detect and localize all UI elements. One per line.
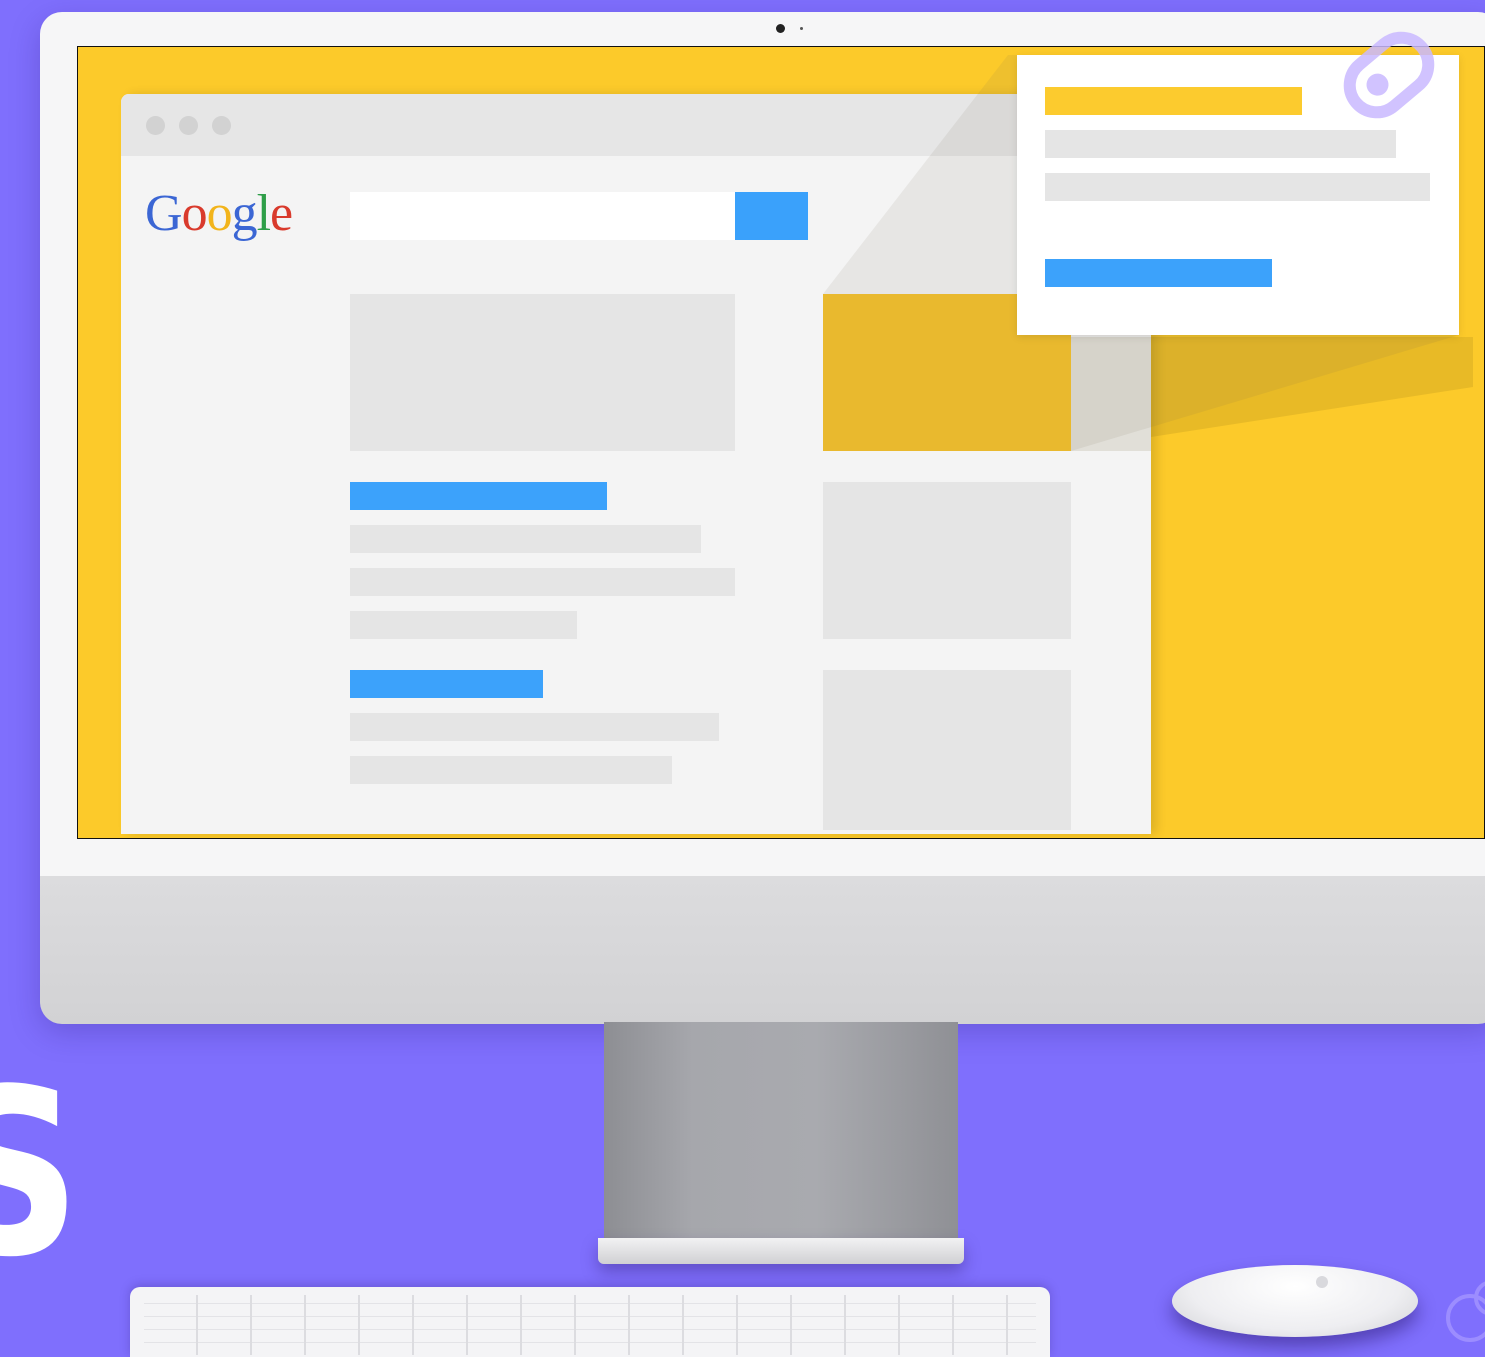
- sidebar-placeholder: [823, 482, 1071, 639]
- imac-chin: [40, 876, 1485, 1024]
- result-text-placeholder: [350, 756, 672, 784]
- search-input[interactable]: [350, 192, 735, 240]
- camera-sensor-icon: [800, 27, 803, 30]
- ad-text-placeholder: [1045, 130, 1396, 158]
- logo-letter: o: [181, 185, 208, 242]
- result-link-placeholder[interactable]: [350, 670, 543, 698]
- apple-logo-icon: [1316, 1276, 1328, 1288]
- search-button[interactable]: [735, 192, 808, 240]
- window-dot-icon[interactable]: [179, 116, 198, 135]
- logo-letter: e: [270, 185, 293, 242]
- ad-text-placeholder: [1045, 173, 1430, 201]
- camera-icon: [776, 24, 785, 33]
- window-dot-icon[interactable]: [146, 116, 165, 135]
- cloud-decor-icon: [1446, 1281, 1485, 1342]
- logo-letter: g: [231, 185, 258, 242]
- result-text-placeholder: [350, 525, 701, 553]
- result-image-placeholder: [350, 294, 735, 451]
- logo-letter: o: [206, 185, 233, 242]
- result-text-placeholder: [350, 713, 719, 741]
- imac-stand: [604, 1022, 958, 1244]
- sidebar-placeholder: [823, 670, 1071, 830]
- keyboard[interactable]: [130, 1287, 1050, 1357]
- result-text-placeholder: [350, 568, 735, 596]
- logo-letter: l: [256, 185, 271, 242]
- imac-screen: Google: [77, 46, 1485, 839]
- keyboard-keys[interactable]: [144, 1295, 1036, 1355]
- logo-letter: G: [145, 185, 183, 242]
- google-logo[interactable]: Google: [145, 184, 293, 244]
- window-dot-icon[interactable]: [212, 116, 231, 135]
- result-link-placeholder[interactable]: [350, 482, 607, 510]
- result-text-placeholder: [350, 611, 577, 639]
- ad-headline-placeholder: [1045, 87, 1302, 115]
- browser-window: Google: [121, 94, 1151, 834]
- imac-stand-foot: [598, 1238, 964, 1264]
- mouse[interactable]: [1172, 1265, 1418, 1337]
- decorative-letter: S: [0, 1060, 81, 1290]
- browser-titlebar: [121, 94, 1151, 156]
- watermark-badge-icon: [1343, 31, 1435, 119]
- ad-link-placeholder[interactable]: [1045, 259, 1272, 287]
